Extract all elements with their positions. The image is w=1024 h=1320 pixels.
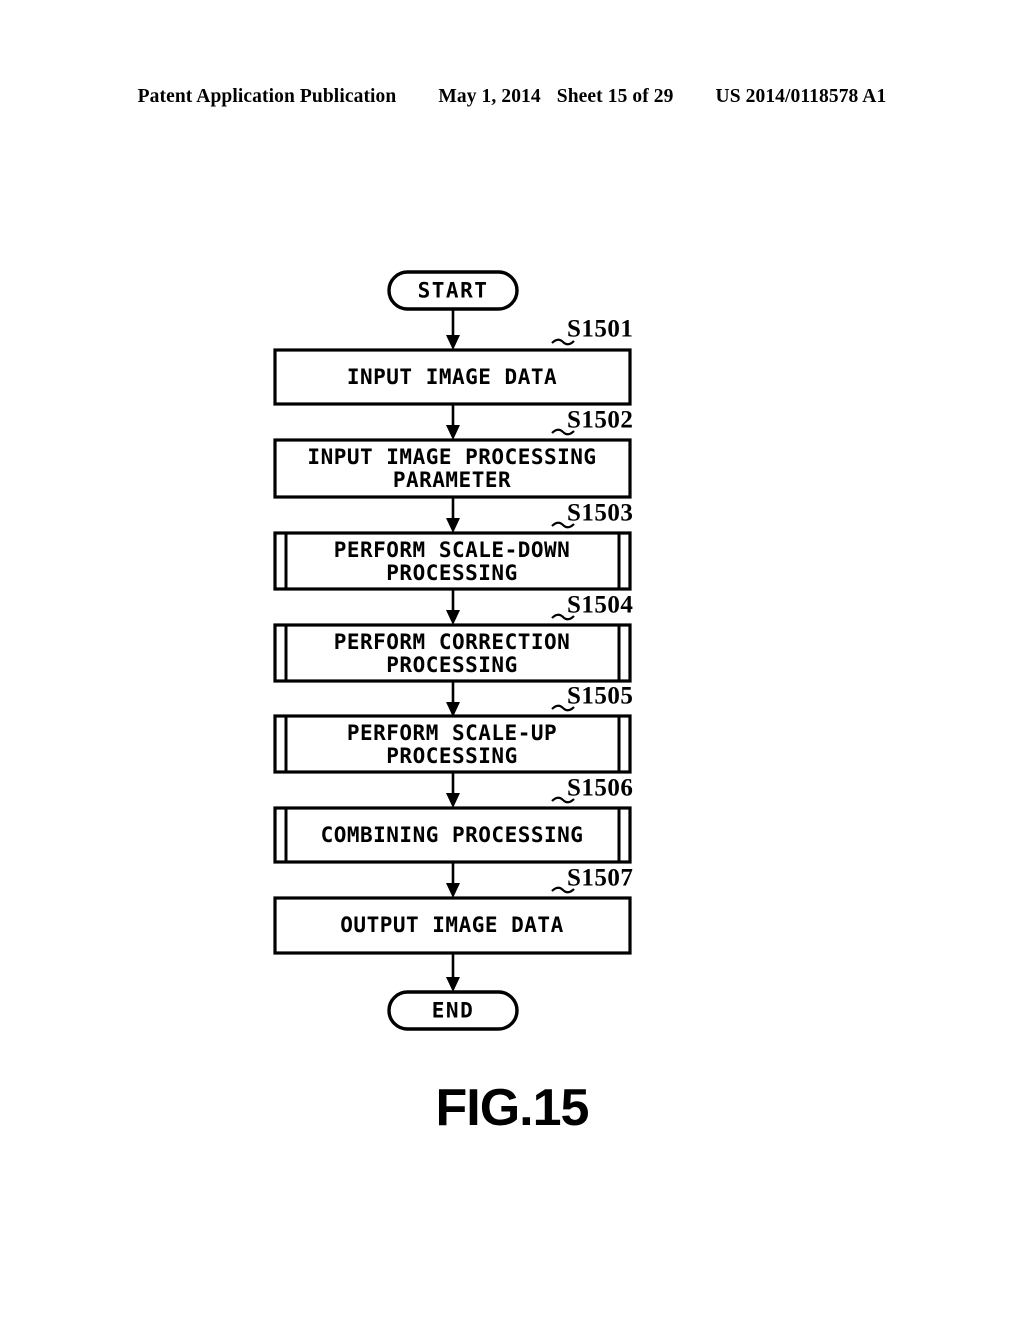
flow-node-s1507-line-1: OUTPUT IMAGE DATA [340, 913, 563, 937]
flow-node-s1502-line-1: INPUT IMAGE PROCESSING [307, 445, 596, 469]
flow-node-start: START [387, 270, 519, 311]
step-label-s1501: S1501 [567, 316, 633, 343]
figure-caption: FIG.15 [435, 1079, 590, 1137]
connector-s1507-to-end [446, 953, 460, 992]
step-label-s1507-group: S1507 [551, 865, 633, 894]
flow-node-s1504: PERFORM CORRECTION PROCESSING [273, 623, 632, 683]
flow-node-s1501: INPUT IMAGE DATA [273, 348, 632, 406]
connector-s1505-to-s1506 [446, 772, 460, 808]
step-label-s1502-group: S1502 [551, 407, 633, 436]
connector-s1504-to-s1505 [446, 681, 460, 717]
step-label-s1506-group: S1506 [551, 775, 633, 804]
flow-node-s1501-line-1: INPUT IMAGE DATA [347, 365, 557, 389]
step-label-s1506: S1506 [567, 775, 633, 802]
flow-node-end: END [387, 990, 519, 1031]
flow-node-start-label: START [418, 279, 489, 303]
flow-node-s1504-line-2: PROCESSING [386, 653, 517, 677]
flow-node-s1503-line-1: PERFORM SCALE-DOWN [334, 538, 571, 562]
connector-s1501-to-s1502 [446, 404, 460, 440]
step-label-s1507: S1507 [567, 865, 633, 892]
flow-node-s1502: INPUT IMAGE PROCESSING PARAMETER [273, 438, 632, 499]
step-label-s1504-group: S1504 [551, 592, 633, 621]
flow-node-s1502-line-2: PARAMETER [393, 468, 511, 492]
flow-node-end-label: END [432, 999, 474, 1023]
connector-s1503-to-s1504 [446, 589, 460, 625]
step-label-s1505: S1505 [567, 683, 633, 710]
step-label-s1502: S1502 [567, 407, 633, 434]
flow-node-s1506-line-1: COMBINING PROCESSING [321, 823, 584, 847]
step-label-s1503: S1503 [567, 500, 633, 527]
step-label-s1503-group: S1503 [551, 500, 633, 529]
step-label-s1504: S1504 [567, 592, 633, 619]
step-label-s1501-group: S1501 [551, 316, 633, 346]
flow-node-s1504-line-1: PERFORM CORRECTION [334, 630, 571, 654]
flow-node-s1505: PERFORM SCALE-UP PROCESSING [273, 714, 632, 774]
flow-node-s1505-line-1: PERFORM SCALE-UP [347, 721, 557, 745]
flow-node-s1503: PERFORM SCALE-DOWN PROCESSING [273, 531, 632, 591]
flow-node-s1503-line-2: PROCESSING [386, 561, 517, 585]
flow-node-s1506: COMBINING PROCESSING [273, 806, 632, 864]
connector-s1502-to-s1503 [446, 497, 460, 533]
connector-start-to-s1501 [446, 309, 460, 350]
flow-node-s1505-line-2: PROCESSING [386, 744, 517, 768]
connector-s1506-to-s1507 [446, 862, 460, 898]
flow-node-s1507: OUTPUT IMAGE DATA [273, 896, 632, 955]
step-label-s1505-group: S1505 [551, 683, 633, 712]
